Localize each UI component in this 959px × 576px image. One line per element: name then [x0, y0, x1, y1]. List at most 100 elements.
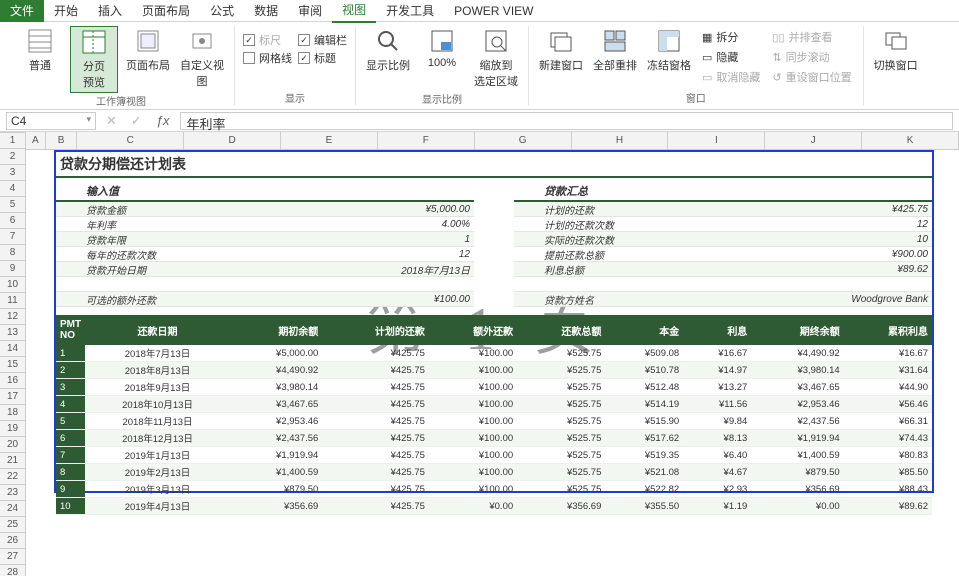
col-header-H[interactable]: H [572, 132, 669, 149]
table-cell[interactable]: ¥510.78 [605, 362, 683, 379]
table-cell[interactable]: ¥100.00 [429, 430, 517, 447]
tab-view[interactable]: 视图 [332, 0, 376, 23]
row-header[interactable]: 8 [0, 245, 25, 261]
table-cell[interactable]: ¥100.00 [429, 481, 517, 498]
table-header[interactable]: 计划的还款 [322, 315, 429, 345]
table-cell[interactable]: ¥6.40 [683, 447, 751, 464]
table-cell[interactable]: ¥425.75 [322, 430, 429, 447]
table-cell[interactable]: ¥1,919.94 [230, 447, 322, 464]
table-header[interactable]: 还款总额 [517, 315, 605, 345]
table-cell[interactable]: ¥66.31 [844, 413, 932, 430]
row-header[interactable]: 27 [0, 549, 25, 565]
table-cell[interactable]: ¥425.75 [322, 345, 429, 362]
table-cell[interactable]: ¥2.93 [683, 481, 751, 498]
row-header[interactable]: 1 [0, 133, 25, 149]
row-header[interactable]: 23 [0, 485, 25, 501]
table-cell[interactable]: ¥525.75 [517, 430, 605, 447]
formula-bar-checkbox[interactable]: ✓编辑栏 [298, 32, 347, 48]
kv-row[interactable] [514, 277, 932, 292]
table-cell[interactable]: 2018年10月13日 [85, 396, 230, 413]
tab-home[interactable]: 开始 [44, 0, 88, 22]
zoom-button[interactable]: 显示比例 [364, 26, 412, 75]
row-header[interactable]: 2 [0, 149, 25, 165]
table-cell[interactable]: ¥356.69 [230, 498, 322, 515]
table-cell[interactable]: ¥9.84 [683, 413, 751, 430]
row-header[interactable]: 4 [0, 181, 25, 197]
col-header-F[interactable]: F [378, 132, 475, 149]
table-cell[interactable]: 5 [56, 413, 85, 430]
table-cell[interactable]: ¥425.75 [322, 396, 429, 413]
table-cell[interactable]: ¥425.75 [322, 464, 429, 481]
table-cell[interactable]: ¥356.69 [751, 481, 843, 498]
table-cell[interactable]: ¥100.00 [429, 413, 517, 430]
table-cell[interactable]: 9 [56, 481, 85, 498]
kv-row[interactable]: 贷款开始日期2018年7月13日 [56, 262, 474, 277]
table-cell[interactable]: ¥56.46 [844, 396, 932, 413]
kv-row[interactable]: 实际的还款次数10 [514, 232, 932, 247]
table-cell[interactable]: ¥1,400.59 [230, 464, 322, 481]
formula-input[interactable]: 年利率 [180, 112, 953, 130]
table-cell[interactable]: ¥14.97 [683, 362, 751, 379]
table-cell[interactable]: 8 [56, 464, 85, 481]
row-header[interactable]: 21 [0, 453, 25, 469]
table-cell[interactable]: ¥0.00 [429, 498, 517, 515]
table-cell[interactable]: ¥100.00 [429, 447, 517, 464]
row-header[interactable]: 20 [0, 437, 25, 453]
table-cell[interactable]: ¥425.75 [322, 413, 429, 430]
row-header[interactable]: 26 [0, 533, 25, 549]
col-header-A[interactable]: A [26, 132, 46, 149]
table-cell[interactable]: ¥425.75 [322, 379, 429, 396]
name-box[interactable]: C4 [6, 112, 96, 130]
row-header[interactable]: 12 [0, 309, 25, 325]
table-header[interactable]: 期初余额 [230, 315, 322, 345]
headings-checkbox[interactable]: ✓标题 [298, 50, 347, 66]
freeze-panes-button[interactable]: 冻结窗格 [645, 26, 693, 75]
custom-view-button[interactable]: 自定义视图 [178, 26, 226, 91]
table-header[interactable]: 额外还款 [429, 315, 517, 345]
row-header[interactable]: 19 [0, 421, 25, 437]
table-cell[interactable]: ¥16.67 [683, 345, 751, 362]
table-cell[interactable]: ¥514.19 [605, 396, 683, 413]
table-cell[interactable]: ¥88.43 [844, 481, 932, 498]
col-header-E[interactable]: E [281, 132, 378, 149]
table-cell[interactable]: 2018年11月13日 [85, 413, 230, 430]
table-cell[interactable]: ¥100.00 [429, 464, 517, 481]
table-cell[interactable]: ¥3,467.65 [230, 396, 322, 413]
col-header-K[interactable]: K [862, 132, 959, 149]
table-cell[interactable]: ¥4,490.92 [751, 345, 843, 362]
table-header[interactable]: 还款日期 [85, 315, 230, 345]
table-cell[interactable]: 2018年7月13日 [85, 345, 230, 362]
table-cell[interactable]: 6 [56, 430, 85, 447]
table-row[interactable]: 32018年9月13日¥3,980.14¥425.75¥100.00¥525.7… [56, 379, 932, 396]
table-cell[interactable]: ¥2,953.46 [751, 396, 843, 413]
tab-data[interactable]: 数据 [244, 0, 288, 22]
tab-file[interactable]: 文件 [0, 0, 44, 22]
table-cell[interactable]: ¥522.82 [605, 481, 683, 498]
table-cell[interactable]: ¥525.75 [517, 345, 605, 362]
sync-scroll-button[interactable]: ⇅同步滚动 [769, 48, 854, 66]
row-header[interactable]: 11 [0, 293, 25, 309]
side-by-side-button[interactable]: ▯▯并排查看 [769, 28, 854, 46]
table-cell[interactable]: ¥3,980.14 [751, 362, 843, 379]
table-row[interactable]: 72019年1月13日¥1,919.94¥425.75¥100.00¥525.7… [56, 447, 932, 464]
kv-row[interactable]: 贷款金额¥5,000.00 [56, 202, 474, 217]
table-cell[interactable]: ¥512.48 [605, 379, 683, 396]
table-cell[interactable]: ¥4.67 [683, 464, 751, 481]
table-cell[interactable]: 7 [56, 447, 85, 464]
table-row[interactable]: 92019年3月13日¥879.50¥425.75¥100.00¥525.75¥… [56, 481, 932, 498]
table-cell[interactable]: ¥525.75 [517, 481, 605, 498]
table-cell[interactable]: ¥879.50 [230, 481, 322, 498]
table-cell[interactable]: ¥509.08 [605, 345, 683, 362]
table-cell[interactable]: ¥0.00 [751, 498, 843, 515]
table-cell[interactable]: ¥519.35 [605, 447, 683, 464]
col-header-J[interactable]: J [765, 132, 862, 149]
tab-review[interactable]: 审阅 [288, 0, 332, 22]
row-header[interactable]: 17 [0, 389, 25, 405]
table-cell[interactable]: 2019年1月13日 [85, 447, 230, 464]
table-cell[interactable]: 2019年2月13日 [85, 464, 230, 481]
row-header[interactable]: 3 [0, 165, 25, 181]
table-cell[interactable]: ¥31.64 [844, 362, 932, 379]
table-cell[interactable]: ¥355.50 [605, 498, 683, 515]
unhide-button[interactable]: ▭取消隐藏 [699, 68, 763, 86]
table-row[interactable]: 102019年4月13日¥356.69¥425.75¥0.00¥356.69¥3… [56, 498, 932, 515]
